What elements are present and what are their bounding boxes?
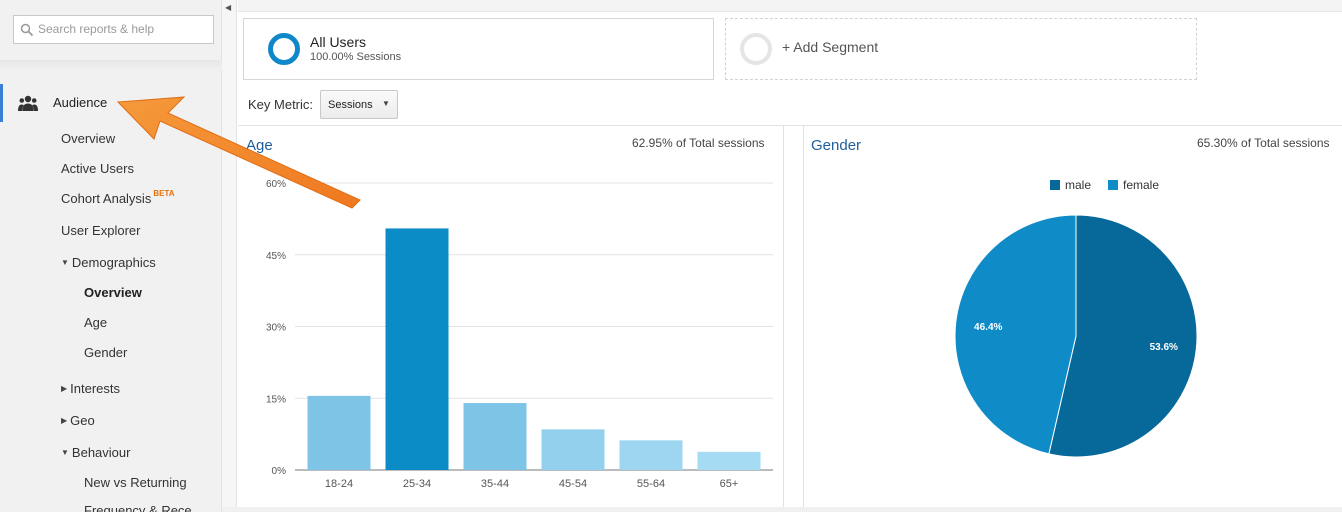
active-indicator <box>0 84 3 122</box>
nav-label: Cohort Analysis <box>61 191 152 206</box>
nav-label: Active Users <box>61 161 134 176</box>
search-box[interactable] <box>13 15 214 44</box>
nav-demographics[interactable]: ▼ Demographics <box>61 255 156 270</box>
nav-label: Frequency & Rece <box>84 503 192 512</box>
expanded-caret-icon: ▼ <box>61 258 69 268</box>
gender-pie-chart: 53.6% 46.4% male female <box>954 178 1198 458</box>
nav-label: Behaviour <box>71 445 131 460</box>
nav-frequency-recency[interactable]: Frequency & Rece <box>84 503 192 512</box>
x-tick-label: 55-64 <box>637 478 665 490</box>
nav-age[interactable]: Age <box>84 315 107 330</box>
expanded-caret-icon: ▼ <box>61 448 69 458</box>
gender-panel-title[interactable]: Gender <box>811 137 861 154</box>
people-icon <box>18 95 38 111</box>
x-tick-label: 35-44 <box>481 478 509 490</box>
age-panel-title[interactable]: Age <box>246 137 273 154</box>
x-tick-label: 18-24 <box>325 478 353 490</box>
nav-active-users[interactable]: Active Users <box>61 161 134 176</box>
nav-label: Geo <box>70 413 95 428</box>
y-tick-label: 45% <box>266 251 286 262</box>
segment-ring-icon <box>268 33 300 65</box>
nav-label: Overview <box>84 285 142 300</box>
nav-gender[interactable]: Gender <box>84 345 127 360</box>
x-tick-label: 65+ <box>720 478 739 490</box>
add-segment-button[interactable]: + Add Segment <box>725 18 1197 80</box>
key-metric-value: Sessions <box>328 99 373 111</box>
nav-overview[interactable]: Overview <box>61 131 115 146</box>
y-tick-label: 30% <box>266 323 286 334</box>
nav-geo[interactable]: ▶ Geo <box>61 413 95 428</box>
sidebar-divider <box>0 60 222 70</box>
nav-label: Overview <box>61 131 116 146</box>
nav-label: Interests <box>70 381 121 396</box>
pie-label: 46.4% <box>974 322 1002 333</box>
legend-label: male <box>1065 178 1091 192</box>
empty-segment-ring-icon <box>740 33 772 65</box>
nav-new-vs-returning[interactable]: New vs Returning <box>84 475 187 490</box>
nav-demographics-overview[interactable]: Overview <box>84 285 142 300</box>
bar-65+[interactable] <box>697 451 761 470</box>
panel-divider <box>783 126 784 512</box>
y-tick-label: 0% <box>272 466 287 477</box>
age-panel-meta: 62.95% of Total sessions <box>632 136 765 150</box>
segment-all-users[interactable]: All Users 100.00% Sessions <box>243 18 714 80</box>
x-tick-label: 45-54 <box>559 478 587 490</box>
top-bar <box>238 0 1342 12</box>
nav-cohort-analysis[interactable]: Cohort Analysis BETA <box>61 189 175 206</box>
gender-panel-meta: 65.30% of Total sessions <box>1197 136 1330 150</box>
search-input[interactable] <box>38 22 208 36</box>
pie-label: 53.6% <box>1150 342 1178 353</box>
nav-label: New vs Returning <box>84 475 187 490</box>
collapsed-caret-icon: ▶ <box>61 384 68 394</box>
legend-swatch <box>1108 180 1118 190</box>
bottom-scroll-area <box>222 507 1342 512</box>
x-tick-label: 25-34 <box>403 478 431 490</box>
chevron-down-icon: ▼ <box>382 99 390 108</box>
age-bar-chart: 0% 15% 30% 45% 60% 18-24 25-34 35-44 45-54 55-64 6… <box>266 179 773 490</box>
segment-name: All Users <box>310 34 367 50</box>
sidebar-item-audience[interactable]: Audience <box>0 84 222 122</box>
collapse-arrow-icon: ◀ <box>225 3 232 12</box>
nav-user-explorer[interactable]: User Explorer <box>61 223 140 238</box>
sidebar: Audience Overview Active Users Cohort An… <box>0 0 222 512</box>
key-metric-select[interactable]: Sessions ▼ <box>320 90 398 119</box>
bar-45-54[interactable] <box>541 429 605 470</box>
y-tick-label: 60% <box>266 179 286 190</box>
collapsed-caret-icon: ▶ <box>61 416 68 426</box>
beta-badge: BETA <box>153 189 175 198</box>
bar-18-24[interactable] <box>307 395 371 470</box>
bar-55-64[interactable] <box>619 440 683 470</box>
nav-label: Age <box>84 315 108 330</box>
key-metric-label: Key Metric: <box>248 97 314 112</box>
y-tick-label: 15% <box>266 394 286 405</box>
segment-sessions: 100.00% Sessions <box>310 51 402 63</box>
add-segment-label: + Add Segment <box>782 39 879 55</box>
bar-25-34[interactable] <box>385 228 449 470</box>
bar-35-44[interactable] <box>463 403 527 470</box>
nav-behaviour[interactable]: ▼ Behaviour <box>61 445 130 460</box>
sidebar-collapse-handle[interactable]: ◀ <box>222 0 237 512</box>
nav-label: User Explorer <box>61 223 141 238</box>
search-icon <box>20 23 34 37</box>
nav-label: Demographics <box>71 255 156 270</box>
main-content: All Users 100.00% Sessions + Add Segment… <box>238 0 1342 512</box>
nav-label: Gender <box>84 345 128 360</box>
nav-interests[interactable]: ▶ Interests <box>61 381 120 396</box>
legend-swatch <box>1050 180 1060 190</box>
legend-label: female <box>1123 178 1159 192</box>
sidebar-section-label: Audience <box>53 95 108 110</box>
